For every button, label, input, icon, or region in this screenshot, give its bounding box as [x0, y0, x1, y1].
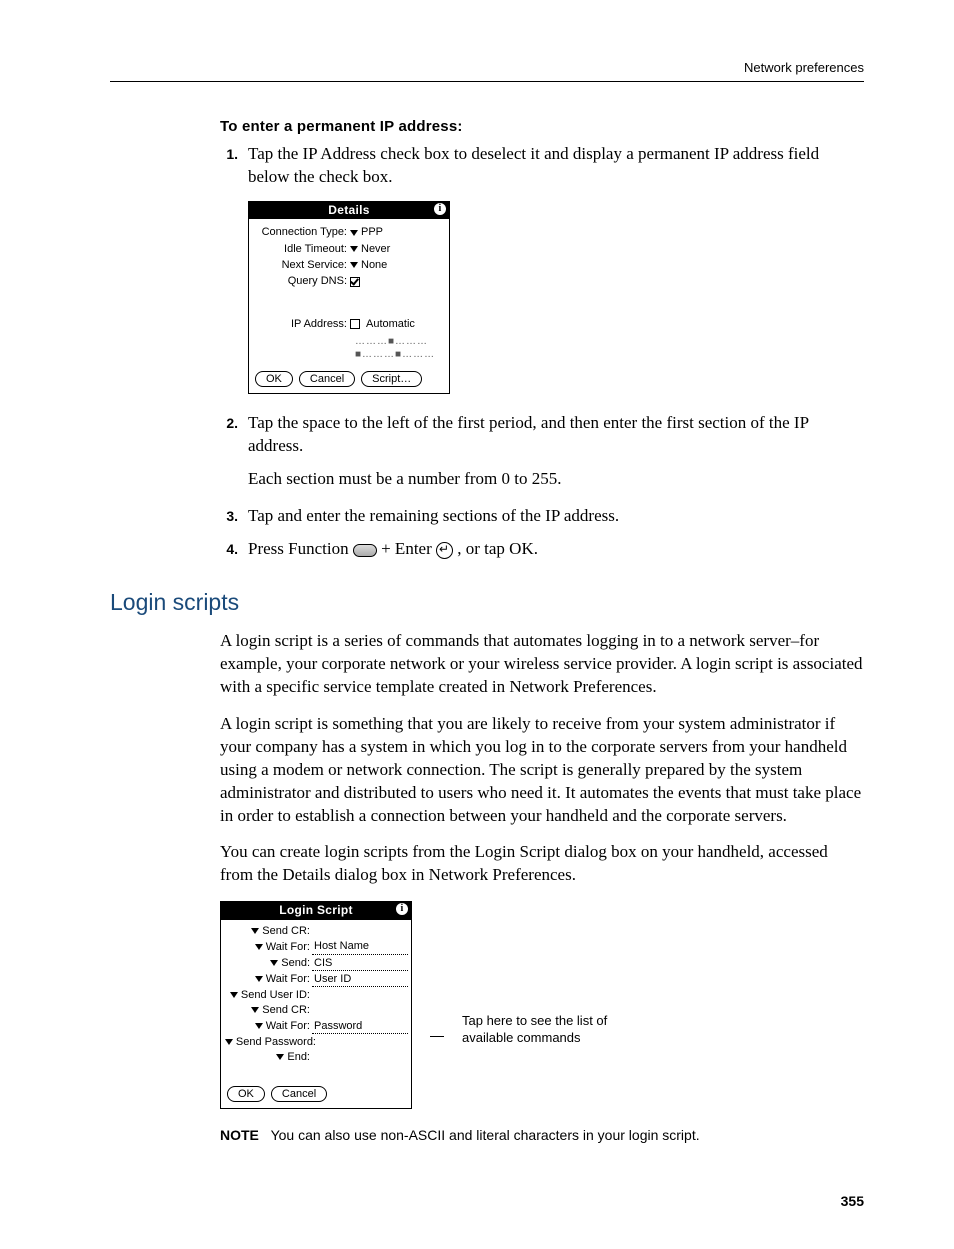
- callout-line2: available commands: [462, 1030, 581, 1045]
- step-text: Tap and enter the remaining sections of …: [248, 505, 864, 528]
- enter-key-icon: [436, 542, 453, 559]
- dialog-title: Login Script i: [221, 902, 411, 920]
- note: NOTE You can also use non-ASCII and lite…: [220, 1127, 864, 1143]
- info-icon[interactable]: i: [396, 903, 408, 915]
- callout-line1: Tap here to see the list of: [462, 1013, 607, 1028]
- query-dns-label: Query DNS:: [255, 274, 350, 288]
- idle-timeout-value[interactable]: Never: [361, 242, 390, 256]
- paragraph: A login script is a series of commands t…: [220, 630, 864, 699]
- paragraph: You can create login scripts from the Lo…: [220, 841, 864, 887]
- dialog-title-text: Details: [328, 203, 369, 217]
- heading-login-scripts: Login scripts: [110, 589, 864, 616]
- dropdown-icon[interactable]: [255, 1023, 263, 1029]
- step-text: Tap the space to the left of the first p…: [248, 412, 864, 458]
- dropdown-icon[interactable]: [251, 1007, 259, 1013]
- conn-type-label: Connection Type:: [255, 225, 350, 239]
- ls-label: Send User ID:: [241, 989, 310, 1001]
- dropdown-icon[interactable]: [225, 1039, 233, 1045]
- page-number: 355: [110, 1193, 864, 1209]
- running-head: Network preferences: [110, 60, 864, 82]
- ls-value[interactable]: Host Name: [312, 939, 408, 954]
- dropdown-icon[interactable]: [270, 960, 278, 966]
- note-text: You can also use non-ASCII and literal c…: [271, 1127, 700, 1143]
- ip-auto-text: Automatic: [366, 317, 415, 331]
- details-dialog: Details i Connection Type: PPP Idle Time…: [248, 201, 450, 394]
- idle-timeout-label: Idle Timeout:: [255, 242, 350, 256]
- next-service-label: Next Service:: [255, 258, 350, 272]
- callout-leader: [430, 1036, 444, 1037]
- step4-pre: Press Function: [248, 539, 353, 558]
- dropdown-icon[interactable]: [255, 976, 263, 982]
- dialog-title: Details i: [249, 202, 449, 220]
- conn-type-value[interactable]: PPP: [361, 225, 383, 239]
- step-number: 1.: [220, 143, 238, 189]
- note-label: NOTE: [220, 1127, 259, 1143]
- paragraph: A login script is something that you are…: [220, 713, 864, 828]
- cancel-button[interactable]: Cancel: [271, 1086, 327, 1102]
- dropdown-icon[interactable]: [350, 230, 358, 236]
- dropdown-icon[interactable]: [350, 246, 358, 252]
- callout-text: Tap here to see the list of available co…: [462, 1013, 607, 1047]
- script-button[interactable]: Script…: [361, 371, 422, 387]
- dropdown-icon[interactable]: [276, 1054, 284, 1060]
- dropdown-icon[interactable]: [251, 928, 259, 934]
- ok-button[interactable]: OK: [227, 1086, 265, 1102]
- ls-label: Send Password:: [236, 1036, 316, 1048]
- info-icon[interactable]: i: [434, 203, 446, 215]
- ls-label: Wait For:: [266, 1020, 310, 1032]
- function-key-icon: [353, 544, 377, 557]
- ls-label: End:: [287, 1051, 310, 1063]
- query-dns-checkbox[interactable]: [350, 277, 360, 287]
- ok-button[interactable]: OK: [255, 371, 293, 387]
- ls-value[interactable]: CIS: [312, 956, 408, 971]
- ip-auto-checkbox[interactable]: [350, 319, 360, 329]
- section-title: To enter a permanent IP address:: [220, 118, 864, 135]
- step-subtext: Each section must be a number from 0 to …: [248, 468, 864, 491]
- dropdown-icon[interactable]: [230, 992, 238, 998]
- ls-label: Send CR:: [262, 925, 310, 937]
- ls-label: Send CR:: [262, 1004, 310, 1016]
- ls-label: Send:: [281, 957, 310, 969]
- dropdown-icon[interactable]: [255, 944, 263, 950]
- ip-entry-field[interactable]: ………■………■………■………: [355, 335, 443, 361]
- step-number: 3.: [220, 505, 238, 528]
- step4-mid: + Enter: [381, 539, 436, 558]
- ip-address-label: IP Address:: [255, 317, 350, 331]
- login-script-dialog: Login Script i Send CR: Wait For:Host Na…: [220, 901, 412, 1109]
- dropdown-icon[interactable]: [350, 262, 358, 268]
- dialog-title-text: Login Script: [279, 903, 353, 917]
- cancel-button[interactable]: Cancel: [299, 371, 355, 387]
- ls-label: Wait For:: [266, 973, 310, 985]
- step-text: Press Function + Enter , or tap OK.: [248, 538, 864, 561]
- ls-value[interactable]: User ID: [312, 972, 408, 987]
- step-number: 2.: [220, 412, 238, 458]
- ls-label: Wait For:: [266, 941, 310, 953]
- step-text: Tap the IP Address check box to deselect…: [248, 143, 864, 189]
- ls-value[interactable]: Password: [312, 1019, 408, 1034]
- step4-post: , or tap OK.: [457, 539, 538, 558]
- step-number: 4.: [220, 538, 238, 561]
- next-service-value[interactable]: None: [361, 258, 387, 272]
